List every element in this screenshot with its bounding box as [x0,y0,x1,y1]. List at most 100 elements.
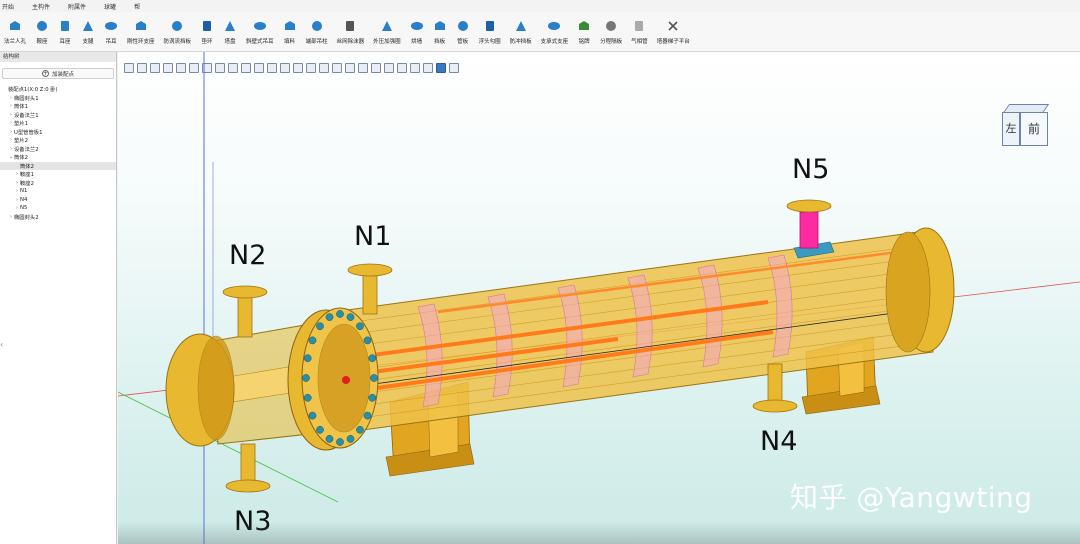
ribbon-tool-label: 耳座 [59,39,71,45]
ribbon-tool-label: 防涡流挡板 [163,39,192,45]
tree-item[interactable]: 装配点1(X:0 Z:0 卧) [0,85,116,94]
ribbon-tool-label: 外压加强圈 [373,39,401,45]
tree-item-label: N1 [20,188,28,195]
flange-bolt [303,354,312,363]
flange-bolt [308,336,317,345]
ribbon-tool-label: 刚性环支座 [127,39,155,45]
flange-bolt [363,411,372,420]
nameplate-icon [579,21,590,30]
ribbon-tool-label: 填料 [284,39,296,45]
tree-item[interactable]: › 设备法兰2 [0,145,116,154]
leg-icon [83,21,94,31]
flange-bolt [308,411,317,420]
ribbon-tool-baffle[interactable]: 挡板 [433,12,447,52]
ribbon-tool-stiffener-ring[interactable]: 外压加强圈 [373,12,401,52]
ribbon-tool-bearing-support[interactable]: 支承式支座 [541,12,568,52]
ribbon-tool-label: 丝网除沫器 [336,39,365,45]
ribbon-tool-pass-partition[interactable]: 分程隔板 [600,12,622,52]
menu-bar: 开始 主构件 附属件 球罐 帮 [0,0,1080,12]
watermark: 知乎 @Yangwting [790,481,1033,514]
ribbon-tool-vortex-baffle[interactable]: 防涡流挡板 [163,12,192,52]
tree-item[interactable]: › 垫片2 [0,136,116,145]
ribbon-tool-leg[interactable]: 支腿 [81,12,95,52]
tree-item[interactable]: › N5 [0,204,116,213]
menu-help[interactable]: 帮 [134,2,140,11]
tree-item[interactable]: › 鞍座1 [0,170,116,179]
flange-bolt [302,374,310,382]
add-assembly-point-button[interactable]: + 加装配点 [2,68,114,79]
ribbon-tool-wall[interactable]: 烘墙 [410,12,424,52]
ribbon-tool-tray[interactable]: 塔盘 [223,12,237,52]
vapor-pipe-icon [635,21,644,31]
ribbon-tool-flange-manhole[interactable]: 法兰人孔 [4,12,26,52]
tree-item-label: N4 [20,196,28,203]
tree-item[interactable]: › U型管管板1 [0,128,116,137]
ribbon-toolbar: 法兰人孔 鞍座 耳座 支腿 吊耳 刚性环支座 防涡流挡板 垫环 塔盘 斜壁式吊耳 填料 端部吊柱 丝网除… [0,12,1080,52]
tree-item[interactable]: › N4 [0,196,116,205]
davit-icon [311,21,322,31]
structure-tree-panel: 结构树 + 加装配点 装配点1(X:0 Z:0 卧) › 椭圆封头1 › 筒体1 › 设备法… [0,52,117,544]
tree-item[interactable]: › 椭圆封头2 [0,213,116,222]
ribbon-tool-slant-lug[interactable]: 斜壁式吊耳 [246,12,274,52]
ribbon-tool-label: 垫环 [201,39,213,45]
heat-exchanger-model[interactable]: N2 N1 N3 N4 N5 [118,52,1080,544]
add-assembly-point-label: 加装配点 [51,71,74,78]
label-n5: N5 [792,154,829,185]
slant-lug-icon [253,22,266,30]
tree-item-label: 设备法兰1 [14,112,39,119]
ribbon-tool-label: 管板 [457,39,469,45]
ribbon-tool-packing[interactable]: 填料 [283,12,297,52]
tree-item[interactable]: › 垫片1 [0,119,116,128]
plus-icon: + [41,70,49,77]
ribbon-tool-lug[interactable]: 耳座 [58,12,72,52]
3d-viewport[interactable]: N2 N1 N3 N4 N5 左 前 知乎 @Yangwting [118,52,1080,544]
tree-item[interactable]: 筒体2 [0,161,116,170]
body-flange [287,307,379,451]
menu-spherical-tank[interactable]: 球罐 [104,2,116,11]
nozzle-n3[interactable] [225,443,271,493]
vortex-baffle-icon [172,21,183,31]
flange-bolt [368,354,377,363]
flange-bolt [370,374,378,382]
tree-item[interactable]: › 鞍座2 [0,179,116,188]
menu-main-components[interactable]: 主构件 [32,2,50,11]
ribbon-tool-label: 挡板 [434,39,446,45]
menu-home[interactable]: 开始 [2,2,14,11]
nozzle-n2[interactable] [222,285,268,338]
ribbon-tool-demister[interactable]: 丝网除沫器 [336,12,365,52]
tree-item[interactable]: › 椭圆封头1 [0,94,116,103]
view-cube-front-face[interactable]: 前 [1020,112,1048,146]
ribbon-tool-pad-ring[interactable]: 垫环 [200,12,214,52]
label-n2: N2 [229,240,266,271]
app-window: 开始 主构件 附属件 球罐 帮 法兰人孔 鞍座 耳座 支腿 吊耳 刚性环支座 防涡流挡板 垫环… [0,0,1080,544]
tree-item[interactable]: › N1 [0,187,116,196]
view-cube[interactable]: 左 前 [998,102,1054,158]
viewport-bottom-shade [118,522,1080,544]
ribbon-tool-lifting-lug[interactable]: 吊耳 [104,12,118,52]
tree-item[interactable]: ⌄ 筒体2 [0,153,116,162]
view-cube-left-face[interactable]: 左 [1002,112,1020,146]
tube-sheet-icon [457,21,468,31]
tree-item[interactable]: › 设备法兰1 [0,111,116,120]
ribbon-tool-floating-head[interactable]: 浮头勾圈 [479,12,501,52]
tree-item-label: 设备法兰2 [14,146,39,153]
wall-icon [410,22,423,30]
flange-bolt [316,425,324,434]
close-icon [668,21,678,31]
ribbon-tool-impingement-plate[interactable]: 防冲挡板 [510,12,532,52]
stiffener-ring-icon [381,21,392,31]
tree-item[interactable]: › 筒体1 [0,102,116,111]
collapse-panel-icon[interactable]: ‹ [0,340,3,349]
ribbon-tool-close[interactable]: 塔器梯子平台 [657,12,690,52]
ribbon-tool-label: 法兰人孔 [4,39,27,45]
ribbon-tool-tube-sheet[interactable]: 管板 [456,12,470,52]
ribbon-tool-ring-support[interactable]: 刚性环支座 [127,12,155,52]
saddle-icon [37,21,48,31]
ribbon-tool-vapor-pipe[interactable]: 气相管 [631,12,648,52]
ribbon-tool-saddle[interactable]: 鞍座 [35,12,49,52]
flange-bolt [346,313,355,321]
ribbon-tool-davit[interactable]: 端部吊柱 [306,12,328,52]
ribbon-tool-label: 分程隔板 [600,39,623,45]
menu-attachments[interactable]: 附属件 [68,2,86,11]
ribbon-tool-nameplate[interactable]: 铭牌 [577,12,591,52]
